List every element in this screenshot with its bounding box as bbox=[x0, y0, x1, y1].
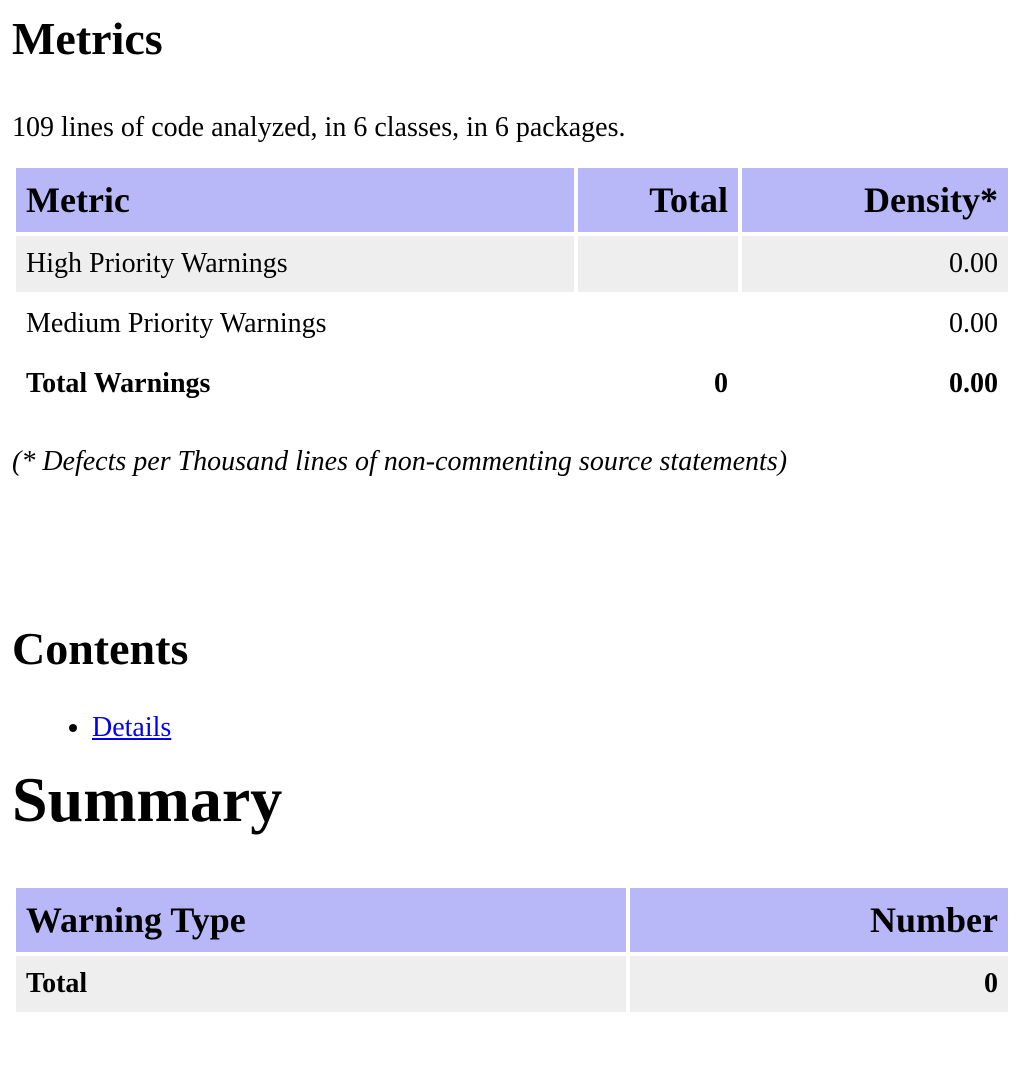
column-header-metric: Metric bbox=[16, 168, 574, 232]
contents-heading: Contents bbox=[12, 623, 189, 674]
column-header-total: Total bbox=[578, 168, 738, 232]
summary-heading: Summary bbox=[12, 764, 283, 835]
table-row: Medium Priority Warnings 0.00 bbox=[16, 296, 1008, 352]
column-header-density: Density* bbox=[742, 168, 1008, 232]
metrics-header-row: Metric Total Density* bbox=[16, 168, 1008, 232]
report-page: Metrics 109 lines of code analyzed, in 6… bbox=[0, 16, 1020, 1016]
list-item: Details bbox=[92, 710, 1008, 746]
summary-table: Warning Type Number Total 0 bbox=[12, 884, 1012, 1016]
metrics-table: Metric Total Density* High Priority Warn… bbox=[12, 164, 1012, 416]
metric-density: 0.00 bbox=[742, 236, 1008, 292]
metric-label: High Priority Warnings bbox=[16, 236, 574, 292]
details-link[interactable]: Details bbox=[92, 712, 171, 743]
metric-label: Medium Priority Warnings bbox=[26, 308, 327, 339]
table-row: High Priority Warnings 0.00 bbox=[16, 236, 1008, 292]
metric-total bbox=[578, 236, 738, 292]
metric-total: 0 bbox=[714, 368, 728, 399]
metric-total bbox=[578, 296, 738, 352]
column-header-number: Number bbox=[630, 888, 1008, 952]
metrics-summary-line: 109 lines of code analyzed, in 6 classes… bbox=[12, 112, 626, 143]
metrics-heading: Metrics bbox=[12, 13, 163, 64]
density-footnote: (* Defects per Thousand lines of non-com… bbox=[12, 446, 788, 477]
summary-label: Total bbox=[16, 956, 626, 1012]
summary-header-row: Warning Type Number bbox=[16, 888, 1008, 952]
summary-number: 0 bbox=[630, 956, 1008, 1012]
metric-label: Total Warnings bbox=[26, 368, 211, 399]
metric-density: 0.00 bbox=[949, 308, 998, 339]
metric-density: 0.00 bbox=[949, 368, 998, 399]
table-row-total: Total 0 bbox=[16, 956, 1008, 1012]
table-row-total: Total Warnings 0 0.00 bbox=[16, 356, 1008, 412]
contents-list: Details bbox=[12, 710, 1008, 746]
column-header-warning-type: Warning Type bbox=[16, 888, 626, 952]
